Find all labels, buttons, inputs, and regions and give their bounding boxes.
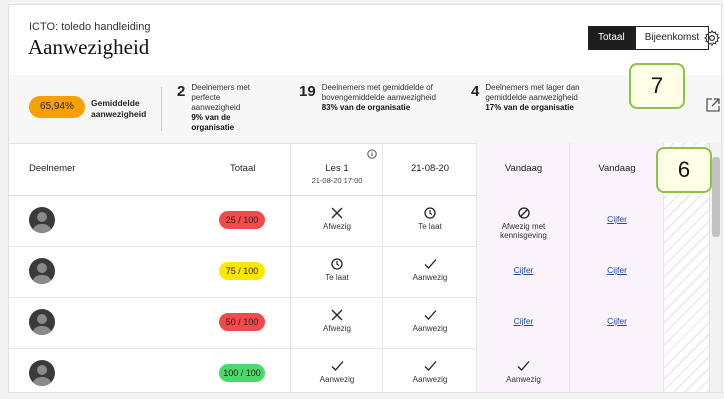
- callout-6: 6: [656, 147, 712, 193]
- grade-link[interactable]: Cijfer: [514, 265, 534, 275]
- tab-bijeenkomst[interactable]: Bijeenkomst: [634, 26, 710, 50]
- header-participant: Deelnemer: [29, 163, 76, 174]
- les1-date: 21-08-20 17:00: [311, 176, 363, 185]
- table-row: 25 / 100 Afwezig Te laat Afwezig met kennis…: [9, 195, 664, 247]
- stat-above: 19 Deelnemers met gemiddelde of bovengem…: [299, 83, 452, 113]
- clock-icon: [383, 207, 477, 221]
- score-badge: 50 / 100: [219, 313, 265, 331]
- clock-icon: [291, 258, 383, 272]
- info-icon[interactable]: [367, 149, 377, 159]
- stat-perfect: 2 Deelnemers met perfecte aanwezigheid 9…: [177, 83, 261, 133]
- stat-below-number: 4: [471, 83, 480, 100]
- stat-below: 4 Deelnemers met lager dan gemiddelde aa…: [471, 83, 595, 113]
- check-icon: [383, 309, 477, 323]
- x-icon: [291, 207, 383, 221]
- grade-link[interactable]: Cijfer: [607, 265, 627, 275]
- status-label: Afwezig: [322, 324, 351, 333]
- header-vandaag-2[interactable]: Vandaag: [569, 143, 664, 195]
- excused-icon: [477, 207, 570, 221]
- attendance-cell[interactable]: Afwezig: [290, 195, 383, 246]
- page-header: ICTO: toledo handleiding Aanwezigheid To…: [9, 5, 721, 76]
- status-label: Aanwezig: [412, 324, 448, 333]
- les1-title: Les 1: [325, 163, 349, 174]
- tab-totaal[interactable]: Totaal: [588, 26, 635, 50]
- stat-above-pct: 83% van de organisatie: [321, 103, 411, 112]
- table-header: Deelnemer Totaal Les 1 21-08-20 17:00 21…: [9, 143, 664, 196]
- attendance-cell[interactable]: Cijfer: [476, 297, 570, 348]
- avatar: [29, 207, 55, 233]
- avatar: [29, 309, 55, 335]
- view-toggle: Totaal Bijeenkomst: [588, 26, 710, 50]
- avatar: [29, 258, 55, 284]
- score-badge: 100 / 100: [219, 364, 265, 382]
- status-label: Aanwezig: [319, 375, 355, 384]
- check-icon: [383, 360, 477, 374]
- header-total: Totaal: [230, 163, 256, 174]
- page-title: Aanwezigheid: [28, 35, 150, 59]
- divider: [161, 87, 162, 131]
- attendance-cell[interactable]: Te laat: [382, 195, 477, 246]
- status-label: Afwezig: [322, 222, 351, 231]
- status-label: Aanwezig: [506, 375, 541, 384]
- x-icon: [291, 309, 383, 323]
- scrollbar-thumb[interactable]: [712, 157, 720, 237]
- avatar: [29, 360, 55, 386]
- stat-above-text: Deelnemers met gemiddelde of bovengemidd…: [321, 83, 436, 102]
- check-icon: [477, 360, 570, 374]
- date-label: 21-08-20: [410, 163, 450, 174]
- attendance-cell[interactable]: Cijfer: [569, 246, 664, 297]
- stat-below-text: Deelnemers met lager dan gemiddelde aanw…: [485, 83, 580, 102]
- course-name: ICTO: toledo handleiding: [29, 21, 151, 33]
- table-row: 75 / 100 Te laat Aanwezig Cijfer Cijfer: [9, 246, 664, 298]
- attendance-cell[interactable]: Aanwezig: [382, 246, 477, 297]
- score-badge: 25 / 100: [219, 211, 265, 229]
- header-vandaag-1[interactable]: Vandaag: [476, 143, 570, 195]
- table-row: 100 / 100 Aanwezig Aanwezig Aanwezig: [9, 348, 664, 392]
- stat-perfect-text: Deelnemers met perfecte aanwezigheid: [191, 83, 251, 112]
- table-row: 50 / 100 Afwezig Aanwezig Cijfer Cijfer: [9, 297, 664, 349]
- stat-perfect-number: 2: [177, 83, 186, 100]
- status-label: Te laat: [325, 273, 349, 282]
- stat-below-pct: 17% van de organisatie: [485, 103, 574, 112]
- stat-perfect-pct: 9% van de organisatie: [191, 113, 235, 132]
- external-link-icon[interactable]: [705, 97, 721, 113]
- attendance-cell[interactable]: Cijfer: [569, 297, 664, 348]
- attendance-cell[interactable]: Aanwezig: [290, 348, 383, 392]
- stats-bar: 65,94% Gemiddelde aanwezigheid 2 Deelnem…: [9, 75, 721, 144]
- status-label: Aanwezig: [412, 273, 448, 282]
- average-badge: 65,94%: [29, 96, 85, 118]
- check-icon: [383, 258, 477, 272]
- attendance-cell[interactable]: Afwezig: [290, 297, 383, 348]
- grade-link[interactable]: Cijfer: [607, 316, 627, 326]
- gear-icon[interactable]: [703, 29, 721, 47]
- attendance-cell[interactable]: [569, 348, 664, 392]
- attendance-panel: ICTO: toledo handleiding Aanwezigheid To…: [8, 4, 722, 393]
- attendance-cell[interactable]: Te laat: [290, 246, 383, 297]
- attendance-cell[interactable]: Cijfer: [476, 246, 570, 297]
- attendance-cell[interactable]: Afwezig met kennisgeving: [476, 195, 570, 246]
- average-label: Gemiddelde aanwezigheid: [91, 98, 147, 119]
- attendance-cell[interactable]: Aanwezig: [382, 348, 477, 392]
- attendance-cell[interactable]: Cijfer: [569, 195, 664, 246]
- score-badge: 75 / 100: [219, 262, 265, 280]
- status-label: Afwezig met kennisgeving: [500, 222, 547, 240]
- status-label: Te laat: [418, 222, 442, 231]
- attendance-cell[interactable]: Aanwezig: [476, 348, 570, 392]
- callout-7: 7: [629, 63, 685, 109]
- vandaag-label-1: Vandaag: [504, 163, 543, 174]
- status-label: Aanwezig: [412, 375, 448, 384]
- header-les1[interactable]: Les 1 21-08-20 17:00: [290, 143, 383, 195]
- attendance-cell[interactable]: Aanwezig: [382, 297, 477, 348]
- vandaag-label-2: Vandaag: [598, 163, 636, 174]
- stat-above-number: 19: [299, 83, 316, 100]
- grade-link[interactable]: Cijfer: [514, 316, 534, 326]
- header-date[interactable]: 21-08-20: [382, 143, 477, 195]
- check-icon: [291, 360, 383, 374]
- grade-link[interactable]: Cijfer: [607, 214, 627, 224]
